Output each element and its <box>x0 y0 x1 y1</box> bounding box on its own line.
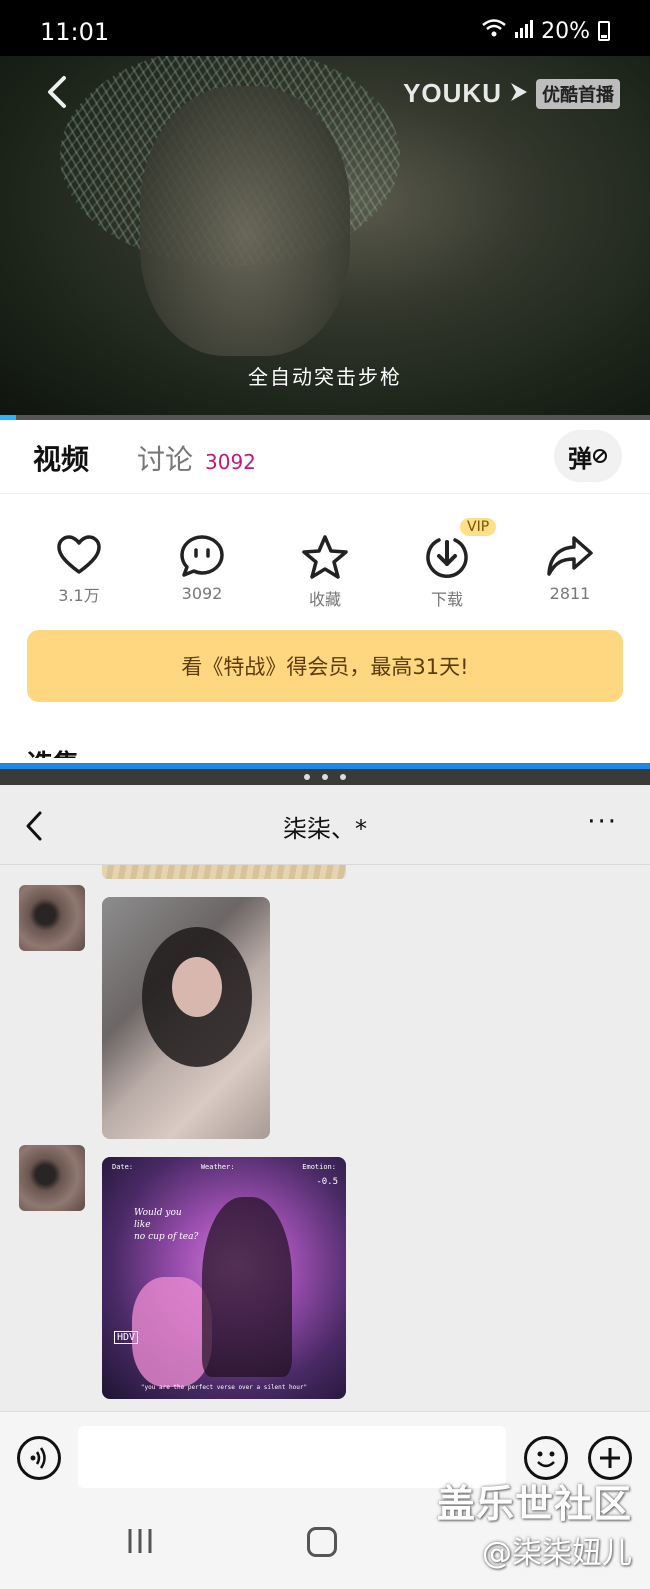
previous-image-message[interactable] <box>102 865 346 879</box>
avatar[interactable] <box>19 1145 85 1211</box>
video-subtitle: 全自动突击步枪 <box>248 365 402 389</box>
wifi-icon <box>481 18 507 44</box>
episodes-section-title: 选集 <box>27 744 79 758</box>
chat-header: 柒柒、* ··· <box>0 785 650 865</box>
heart-icon <box>29 534 129 576</box>
youku-logo: YOUKU 优酷首播 <box>403 78 620 109</box>
share-button[interactable]: 2811 <box>520 534 620 603</box>
discuss-count: 3092 <box>205 450 256 474</box>
photo-meta-date: Date: <box>112 1163 134 1171</box>
share-icon <box>520 534 620 578</box>
photo-quote: Would you like no cup of tea? <box>134 1208 199 1242</box>
chat-messages[interactable]: Date: Weather: Emotion: -0.5 Would you l… <box>0 865 650 1411</box>
battery-text: 20% <box>541 18 590 44</box>
photo-meta-emotion: Emotion: <box>302 1163 336 1171</box>
avatar[interactable] <box>19 885 85 951</box>
home-icon[interactable] <box>307 1527 337 1557</box>
danmu-toggle-button[interactable]: 弹 <box>554 430 622 482</box>
photo-toy <box>132 1277 212 1387</box>
signal-icon <box>515 19 534 44</box>
download-label: 下载 <box>430 590 463 609</box>
status-icons: 20% <box>481 18 610 44</box>
danmu-off-icon <box>592 442 608 470</box>
favorite-button[interactable]: 收藏 <box>275 534 375 610</box>
favorite-label: 收藏 <box>308 590 341 609</box>
image-message[interactable] <box>102 897 270 1139</box>
more-options-icon[interactable]: ··· <box>587 807 618 837</box>
photo-subject-face <box>172 957 222 1017</box>
photo-meta-row: Date: Weather: Emotion: <box>112 1163 336 1171</box>
back-arrow-icon[interactable] <box>38 72 78 112</box>
danmu-label: 弹 <box>568 444 592 473</box>
battery-icon <box>598 21 610 41</box>
like-button[interactable]: 3.1万 <box>29 534 129 606</box>
detail-tabs: 视频 讨论 3092 弹 <box>0 420 650 494</box>
star-icon <box>275 534 375 580</box>
status-time: 11:01 <box>40 18 110 46</box>
comment-count: 3092 <box>181 584 223 603</box>
like-count: 3.1万 <box>58 586 100 605</box>
photo-caption: "you are the perfect verse over a silent… <box>140 1384 308 1391</box>
photo-meta-weather: Weather: <box>200 1163 235 1171</box>
vip-badge: VIP <box>460 518 497 536</box>
split-screen-handle[interactable] <box>0 769 650 785</box>
voice-input-icon[interactable] <box>17 1436 61 1480</box>
youku-logo-text: YOUKU <box>403 78 502 108</box>
recents-icon[interactable] <box>126 1527 154 1559</box>
status-bar: 11:01 20% <box>0 0 650 56</box>
image-message[interactable]: Date: Weather: Emotion: -0.5 Would you l… <box>102 1157 346 1399</box>
handle-dot <box>322 774 328 780</box>
member-promo-banner[interactable]: 看《特战》得会员，最高31天! <box>27 630 623 702</box>
download-button[interactable]: 下载 <box>397 534 497 610</box>
watermark-author: @柒柒妞儿 <box>482 1536 632 1571</box>
tab-video[interactable]: 视频 <box>33 438 89 478</box>
photo-hdv-tag: HDV <box>114 1331 139 1344</box>
action-panel: 3.1万 3092 收藏 下载 VIP 2811 看《特战》得会员，最高31天!… <box>0 494 650 769</box>
youku-premiere-tag: 优酷首播 <box>536 78 620 109</box>
handle-dot <box>340 774 346 780</box>
handle-dot <box>304 774 310 780</box>
tab-discuss[interactable]: 讨论 <box>137 438 193 478</box>
photo-subject <box>202 1197 292 1377</box>
chat-title: 柒柒、* <box>283 815 367 843</box>
comment-icon <box>152 534 252 578</box>
youku-play-icon <box>508 81 530 107</box>
photo-ev-value: -0.5 <box>316 1177 338 1187</box>
share-count: 2811 <box>549 584 591 603</box>
video-frame-face <box>140 86 350 356</box>
watermark-community: 盖乐世社区 <box>436 1482 632 1526</box>
video-player[interactable]: YOUKU 优酷首播 全自动突击步枪 <box>0 56 650 420</box>
comment-button[interactable]: 3092 <box>152 534 252 603</box>
download-icon <box>397 534 497 580</box>
